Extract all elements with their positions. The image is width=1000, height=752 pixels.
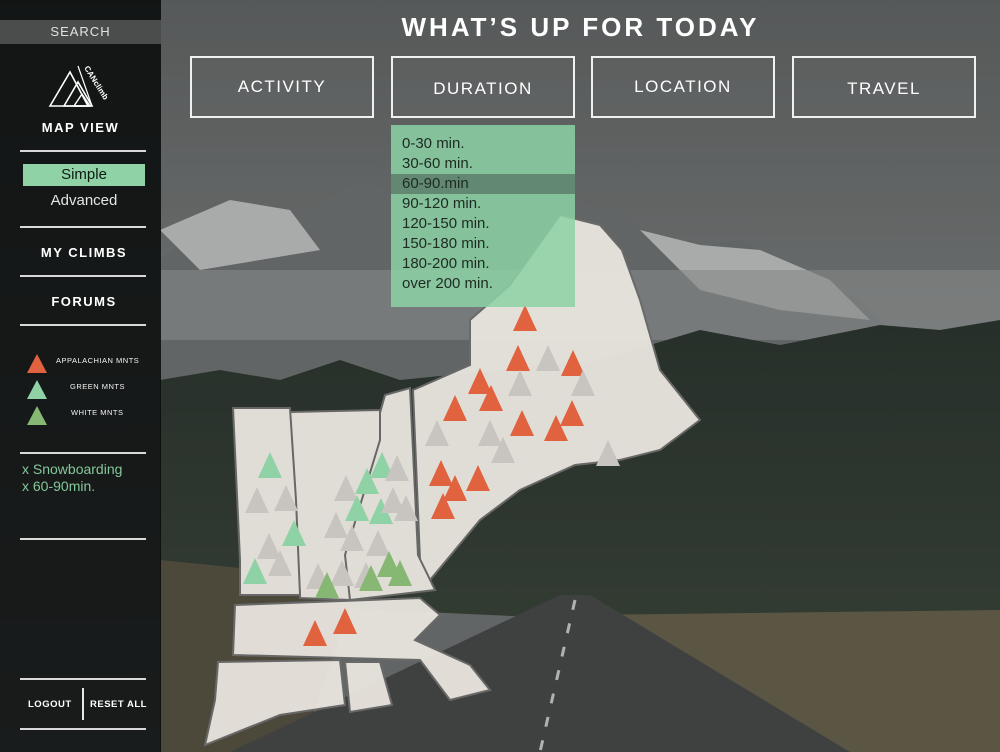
duration-option[interactable]: 90-120 min. bbox=[391, 194, 575, 214]
state-rhode-island bbox=[343, 661, 394, 714]
divider bbox=[20, 452, 146, 454]
divider bbox=[20, 728, 146, 730]
divider bbox=[20, 275, 146, 277]
filter-tag-snowboarding[interactable]: x Snowboarding bbox=[22, 461, 122, 478]
divider bbox=[20, 226, 146, 228]
duration-option[interactable]: 180-200 min. bbox=[391, 254, 575, 274]
sidebar: SEARCH CANclimb MAP VIEW Simple Advanced… bbox=[0, 0, 161, 752]
reset-all-button[interactable]: RESET ALL bbox=[90, 699, 147, 710]
duration-option[interactable]: over 200 min. bbox=[391, 274, 575, 294]
tab-activity[interactable]: ACTIVITY bbox=[190, 56, 374, 118]
divider-vertical bbox=[82, 688, 84, 720]
map-view-label: MAP VIEW bbox=[41, 120, 120, 135]
divider bbox=[20, 324, 146, 326]
duration-option[interactable]: 120-150 min. bbox=[391, 214, 575, 234]
state-connecticut bbox=[203, 658, 347, 747]
canclimb-logo: CANclimb bbox=[48, 64, 108, 107]
tab-location[interactable]: LOCATION bbox=[591, 56, 775, 118]
filter-tag-duration[interactable]: x 60-90min. bbox=[22, 478, 122, 495]
tab-duration[interactable]: DURATION bbox=[391, 56, 575, 118]
duration-option[interactable]: 30-60 min. bbox=[391, 154, 575, 174]
divider bbox=[20, 678, 146, 680]
green-triangle-icon bbox=[27, 380, 47, 399]
tab-travel[interactable]: TRAVEL bbox=[792, 56, 976, 118]
view-option-simple[interactable]: Simple bbox=[23, 164, 145, 186]
duration-option-selected[interactable]: 60-90.min bbox=[391, 174, 575, 194]
active-filters: x Snowboarding x 60-90min. bbox=[22, 461, 122, 495]
olive-triangle-icon bbox=[27, 406, 47, 425]
duration-dropdown: 0-30 min. 30-60 min. 60-90.min 90-120 mi… bbox=[391, 125, 575, 307]
view-option-advanced[interactable]: Advanced bbox=[23, 192, 145, 209]
red-triangle-icon bbox=[27, 354, 47, 373]
duration-option[interactable]: 0-30 min. bbox=[391, 134, 575, 154]
nav-forums[interactable]: FORUMS bbox=[0, 294, 168, 309]
legend-label: WHITE MNTS bbox=[71, 408, 124, 417]
legend-label: GREEN MNTS bbox=[70, 382, 126, 391]
logout-button[interactable]: LOGOUT bbox=[28, 699, 72, 710]
duration-option[interactable]: 150-180 min. bbox=[391, 234, 575, 254]
divider bbox=[20, 150, 146, 152]
nav-my-climbs[interactable]: MY CLIMBS bbox=[0, 245, 168, 260]
page-title: WHAT’S UP FOR TODAY bbox=[401, 12, 760, 42]
divider bbox=[20, 538, 146, 540]
legend-label: APPALACHIAN MNTS bbox=[56, 356, 140, 365]
search-button[interactable]: SEARCH bbox=[0, 20, 161, 44]
